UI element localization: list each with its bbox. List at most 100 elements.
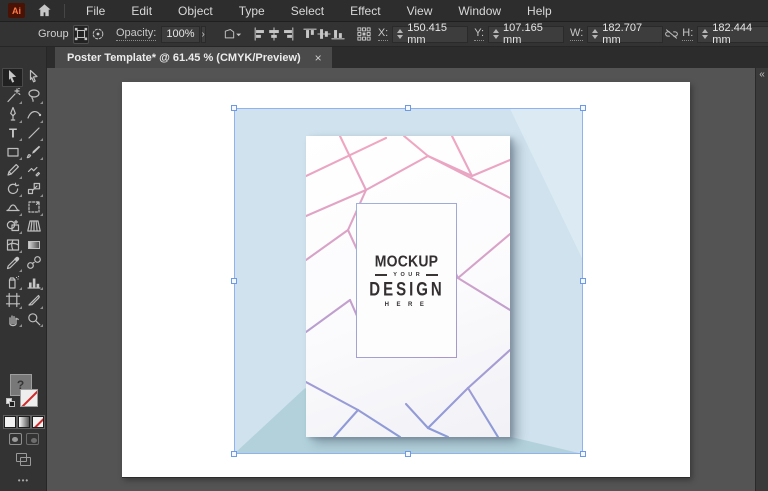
gradient-button[interactable] <box>16 415 31 429</box>
rotate-tool[interactable] <box>2 180 23 199</box>
card-text: MOCKUP YOUR DESIGN HERE <box>368 252 445 309</box>
pen-tool[interactable] <box>2 105 23 124</box>
selected-artwork-group[interactable]: MOCKUP YOUR DESIGN HERE <box>231 105 586 457</box>
width-tool-icon <box>5 204 20 212</box>
symbol-sprayer-tool[interactable] <box>2 273 23 292</box>
lasso-tool[interactable] <box>23 87 44 106</box>
selection-handle-nw[interactable] <box>231 105 237 111</box>
align-top-button[interactable] <box>303 26 317 43</box>
selection-handle-s[interactable] <box>405 451 411 457</box>
curvature-tool[interactable] <box>23 105 44 124</box>
eyedropper-tool[interactable] <box>2 254 23 273</box>
gradient-tool[interactable] <box>23 235 44 254</box>
y-input[interactable]: 107.165 mm <box>488 22 565 46</box>
draw-behind-button[interactable] <box>25 433 39 445</box>
mockup-title: MOCKUP <box>374 252 439 270</box>
graph-tool[interactable] <box>23 273 44 292</box>
h-label[interactable]: H: <box>682 27 694 41</box>
w-label[interactable]: W: <box>570 27 584 41</box>
x-stepper[interactable] <box>397 29 404 39</box>
pencil-tool[interactable] <box>2 161 23 180</box>
menu-item-help[interactable]: Help <box>514 0 565 22</box>
scale-tool-icon <box>27 182 40 194</box>
selection-tool[interactable] <box>2 68 23 87</box>
your-subtitle: YOUR <box>393 272 424 278</box>
menu-items: File Edit Object Type Select Effect View Window… <box>73 0 565 22</box>
x-input[interactable]: 150.415 mm <box>392 22 469 46</box>
magic-wand-tool[interactable] <box>2 87 23 106</box>
menu-item-file[interactable]: File <box>73 0 118 22</box>
opacity-menu-button[interactable]: › <box>200 25 206 43</box>
design-card: MOCKUP YOUR DESIGN HERE <box>356 203 457 358</box>
selection-handle-n[interactable] <box>405 105 411 111</box>
expand-panels-icon[interactable]: « <box>759 68 765 491</box>
w-input[interactable]: 182.707 mm <box>587 22 664 46</box>
opacity-label[interactable]: Opacity: <box>116 27 157 41</box>
perspective-grid-tool[interactable] <box>23 217 44 236</box>
default-fill-stroke-icon[interactable] <box>5 398 16 408</box>
align-left-button[interactable] <box>253 26 267 43</box>
menu-item-object[interactable]: Object <box>165 0 226 22</box>
reference-point-icon[interactable] <box>357 25 371 44</box>
paintbrush-tool[interactable] <box>23 142 44 161</box>
screen-mode-icon[interactable] <box>16 453 31 466</box>
slice-tool[interactable] <box>23 291 44 310</box>
align-center-horizontal-button[interactable] <box>267 26 281 43</box>
menu-item-view[interactable]: View <box>394 0 446 22</box>
artboard-tool[interactable] <box>2 291 23 310</box>
free-transform-tool[interactable] <box>23 198 44 217</box>
perspective-grid-tool-icon <box>26 220 41 232</box>
menu-item-effect[interactable]: Effect <box>337 0 393 22</box>
rectangle-tool[interactable] <box>2 142 23 161</box>
stroke-swatch[interactable] <box>19 389 38 407</box>
line-segment-tool[interactable] <box>23 124 44 143</box>
draw-normal-button[interactable] <box>8 433 22 445</box>
app-logo-icon[interactable]: Ai <box>8 3 25 18</box>
edit-contents-button[interactable] <box>73 24 89 44</box>
align-right-button[interactable] <box>281 26 295 43</box>
color-button[interactable] <box>2 415 17 429</box>
selection-handle-w[interactable] <box>231 278 237 284</box>
w-stepper[interactable] <box>592 29 599 39</box>
mesh-tool[interactable] <box>2 235 23 254</box>
menu-item-edit[interactable]: Edit <box>118 0 165 22</box>
shape-builder-tool[interactable] <box>2 217 23 236</box>
scale-tool[interactable] <box>23 180 44 199</box>
y-label[interactable]: Y: <box>474 27 485 41</box>
selection-handle-se[interactable] <box>580 451 586 457</box>
x-label[interactable]: X: <box>377 27 389 41</box>
y-stepper[interactable] <box>493 29 500 39</box>
document-tab[interactable]: Poster Template* @ 61.45 % (CMYK/Preview… <box>55 47 332 68</box>
dash-left <box>374 274 387 276</box>
align-center-vertical-button[interactable] <box>317 26 331 43</box>
selection-handle-sw[interactable] <box>231 451 237 457</box>
h-field: H: 182.444 mm <box>682 22 768 46</box>
menu-item-window[interactable]: Window <box>445 0 514 22</box>
svg-text:T: T <box>9 126 17 141</box>
type-tool[interactable]: T <box>2 124 23 143</box>
blend-tool[interactable] <box>23 254 44 273</box>
menu-item-select[interactable]: Select <box>278 0 337 22</box>
style-dropdown-button[interactable] <box>222 25 242 44</box>
direct-selection-tool[interactable] <box>23 68 44 87</box>
tab-close-icon[interactable]: × <box>315 51 322 65</box>
constrain-proportions-icon[interactable] <box>664 25 679 44</box>
align-bottom-button[interactable] <box>331 26 345 43</box>
isolate-target-button[interactable] <box>91 25 105 44</box>
none-button[interactable] <box>30 415 45 429</box>
selection-handle-ne[interactable] <box>580 105 586 111</box>
width-tool[interactable] <box>2 198 23 217</box>
selection-handle-e[interactable] <box>580 278 586 284</box>
control-bar: Group Opacity: 100% › X: 150.415 mm Y: 1… <box>0 22 768 47</box>
h-input[interactable]: 182.444 mm <box>697 22 768 46</box>
shaper-tool[interactable] <box>23 161 44 180</box>
home-icon[interactable] <box>37 3 52 18</box>
poster-mockup[interactable]: MOCKUP YOUR DESIGN HERE <box>306 136 510 437</box>
opacity-input[interactable]: 100% <box>161 25 200 43</box>
h-stepper[interactable] <box>702 29 709 39</box>
zoom-tool[interactable] <box>23 310 44 329</box>
menu-item-type[interactable]: Type <box>226 0 278 22</box>
canvas-area[interactable]: MOCKUP YOUR DESIGN HERE <box>47 68 755 491</box>
edit-toolbar-icon[interactable]: ••• <box>18 476 29 485</box>
hand-tool[interactable] <box>2 310 23 329</box>
